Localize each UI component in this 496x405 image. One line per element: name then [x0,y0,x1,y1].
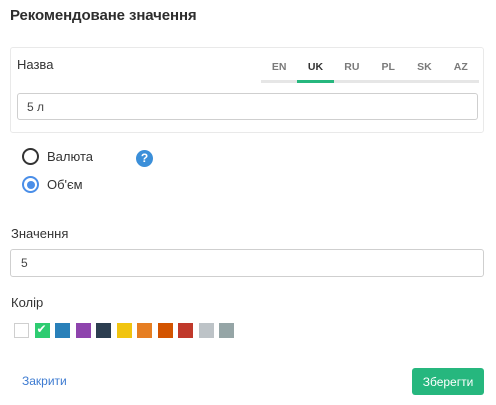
color-swatch[interactable] [137,323,152,338]
check-icon: ✔ [36,322,47,336]
color-swatch[interactable] [75,323,91,338]
color-swatch[interactable] [178,323,193,338]
name-field-card: Назва EN UK RU PL SK AZ [10,47,484,133]
color-swatch[interactable] [219,323,234,338]
color-swatch[interactable] [116,323,132,338]
tab-uk[interactable]: UK [297,59,334,83]
radio-volume[interactable]: Об'єм [22,176,83,193]
dialog-title: Рекомендоване значення [10,7,197,24]
name-label: Назва [17,57,54,72]
color-swatch[interactable] [157,323,173,338]
value-input[interactable] [10,249,484,277]
color-swatch[interactable] [55,323,70,338]
tab-sk[interactable]: SK [406,59,442,80]
name-input[interactable] [17,93,478,120]
tab-en[interactable]: EN [261,59,297,80]
color-swatch[interactable] [198,323,214,338]
radio-volume-label: Об'єм [47,177,83,192]
color-swatch[interactable]: ✔ [34,322,50,338]
tab-pl[interactable]: PL [370,59,406,80]
radio-currency[interactable]: Валюта [22,148,93,165]
color-swatch[interactable] [96,323,111,338]
save-button[interactable]: Зберегти [412,368,484,395]
radio-currency-label: Валюта [47,149,93,164]
language-tabs: EN UK RU PL SK AZ [261,59,479,83]
question-circle-icon[interactable]: ? [136,150,153,167]
radio-currency-button[interactable] [22,148,39,165]
color-swatches: ✔ [14,322,240,338]
value-label: Значення [11,226,69,241]
radio-volume-button[interactable] [22,176,39,193]
close-button[interactable]: Закрити [22,374,67,388]
color-swatch[interactable] [14,323,29,338]
color-label: Колір [11,295,44,310]
tab-az[interactable]: AZ [443,59,479,80]
tab-ru[interactable]: RU [334,59,370,80]
